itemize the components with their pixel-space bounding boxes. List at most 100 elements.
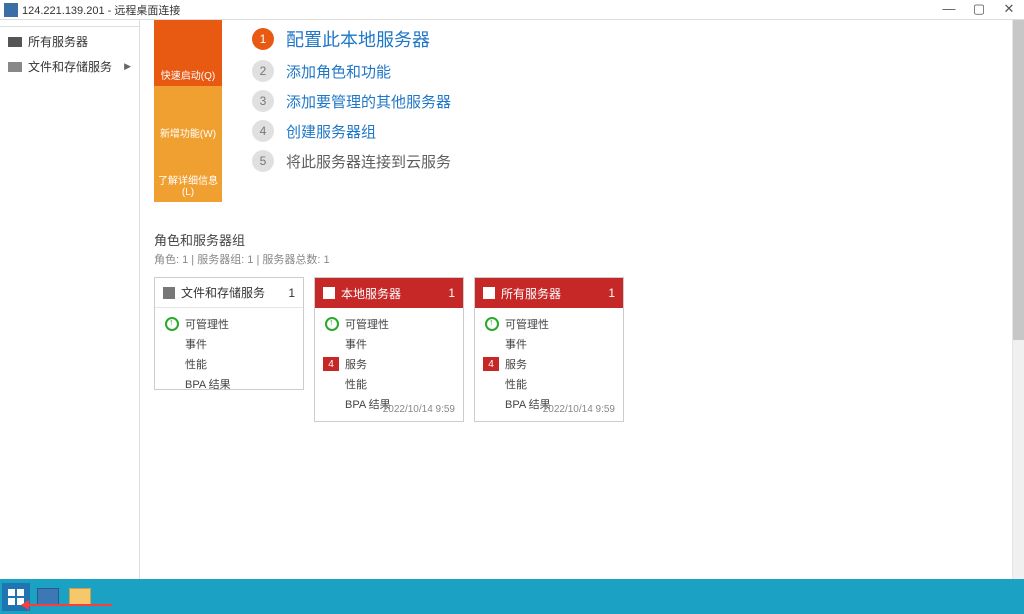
tile-label: 快速启动(Q) [161,67,215,82]
groups-title: 角色和服务器组 [154,230,1010,249]
card-row-services[interactable]: 4 服务 [325,356,453,372]
groups-subtitle: 角色: 1 | 服务器组: 1 | 服务器总数: 1 [154,251,1010,267]
taskbar [0,579,1024,614]
card-row-events[interactable]: 事件 [485,336,613,352]
card-local-server[interactable]: 本地服务器 1 可管理性 事件 4服务 性能 BPA 结果 2022/10/14… [314,277,464,422]
maximize-button[interactable]: ▢ [964,0,994,20]
card-row-manageability[interactable]: 可管理性 [325,316,453,332]
row-label: 可管理性 [505,316,549,332]
rdp-icon [4,3,18,17]
taskbar-explorer[interactable] [66,583,94,611]
step-configure-local[interactable]: 1 配置此本地服务器 [252,26,451,52]
status-up-icon [485,317,499,331]
row-label: 事件 [345,336,367,352]
tile-label: 新增功能(W) [160,125,216,140]
card-title: 文件和存储服务 [181,284,265,301]
card-row-bpa[interactable]: BPA 结果 [165,376,293,392]
card-row-events[interactable]: 事件 [325,336,453,352]
row-label: 服务 [505,356,527,372]
card-row-events[interactable]: 事件 [165,336,293,352]
step-label: 配置此本地服务器 [286,26,430,52]
app-body: 所有服务器 文件和存储服务 ▶ 快速启动(Q) 新增功能(W) 了解详细信息(L… [0,20,1024,579]
sidebar-item-label: 文件和存储服务 [28,58,112,75]
step-number: 3 [252,90,274,112]
row-label: 性能 [185,356,207,372]
quickstart-tiles: 快速启动(Q) 新增功能(W) 了解详细信息(L) [154,20,222,202]
window-controls: — ▢ ✕ [934,0,1024,20]
step-create-group[interactable]: 4 创建服务器组 [252,120,451,142]
annotation-arrow [22,604,112,606]
card-timestamp: 2022/10/14 9:59 [383,404,455,415]
storage-icon [163,287,175,299]
row-label: 事件 [505,336,527,352]
card-header: 所有服务器 1 [475,278,623,308]
row-label: BPA 结果 [185,376,231,392]
card-body: 可管理性 事件 性能 BPA 结果 [155,308,303,402]
step-add-servers[interactable]: 3 添加要管理的其他服务器 [252,90,451,112]
scrollbar-thumb[interactable] [1013,20,1024,340]
tile-learn-more[interactable]: 了解详细信息(L) [154,144,222,202]
nav-sidebar: 所有服务器 文件和存储服务 ▶ [0,20,140,579]
server-cards: 文件和存储服务 1 可管理性 事件 性能 BPA 结果 本地服务器 [154,277,1010,422]
card-row-services[interactable]: 4 服务 [485,356,613,372]
card-title: 所有服务器 [501,285,561,302]
window-title: 124.221.139.201 - 远程桌面连接 [22,2,934,18]
tile-label: 了解详细信息(L) [154,172,222,198]
taskbar-server-manager[interactable] [34,583,62,611]
card-row-manageability[interactable]: 可管理性 [165,316,293,332]
card-timestamp: 2022/10/14 9:59 [543,404,615,415]
rdp-titlebar: 124.221.139.201 - 远程桌面连接 — ▢ ✕ [0,0,1024,20]
card-all-servers[interactable]: 所有服务器 1 可管理性 事件 4服务 性能 BPA 结果 2022/10/14… [474,277,624,422]
main-content: 快速启动(Q) 新增功能(W) 了解详细信息(L) 1 配置此本地服务器 2 添… [140,20,1024,579]
step-add-roles[interactable]: 2 添加角色和功能 [252,60,451,82]
storage-icon [8,62,22,72]
folder-icon [69,588,91,606]
row-label: 服务 [345,356,367,372]
card-file-storage[interactable]: 文件和存储服务 1 可管理性 事件 性能 BPA 结果 [154,277,304,390]
steps-list: 1 配置此本地服务器 2 添加角色和功能 3 添加要管理的其他服务器 4 创建服… [222,20,451,202]
status-up-icon [165,317,179,331]
row-label: 可管理性 [345,316,389,332]
row-label: 可管理性 [185,316,229,332]
step-number: 2 [252,60,274,82]
step-label: 添加角色和功能 [286,61,391,82]
row-label: 性能 [345,376,367,392]
card-header: 本地服务器 1 [315,278,463,308]
card-count: 1 [448,286,455,300]
roles-groups-section: 角色和服务器组 角色: 1 | 服务器组: 1 | 服务器总数: 1 文件和存储… [154,230,1010,422]
server-icon [323,287,335,299]
card-row-manageability[interactable]: 可管理性 [485,316,613,332]
card-header: 文件和存储服务 1 [155,278,303,308]
close-button[interactable]: ✕ [994,0,1024,20]
step-number: 4 [252,120,274,142]
card-row-performance[interactable]: 性能 [325,376,453,392]
card-row-performance[interactable]: 性能 [165,356,293,372]
quickstart-section: 快速启动(Q) 新增功能(W) 了解详细信息(L) 1 配置此本地服务器 2 添… [154,20,1010,202]
step-number: 1 [252,28,274,50]
step-connect-cloud[interactable]: 5 将此服务器连接到云服务 [252,150,451,172]
row-label: 事件 [185,336,207,352]
card-count: 1 [288,286,295,300]
sidebar-divider [0,26,139,27]
sidebar-item-all-servers[interactable]: 所有服务器 [0,29,139,54]
step-number: 5 [252,150,274,172]
chevron-right-icon: ▶ [124,61,131,72]
alert-badge: 4 [483,357,499,371]
row-label: 性能 [505,376,527,392]
step-label: 添加要管理的其他服务器 [286,91,451,112]
status-up-icon [325,317,339,331]
vertical-scrollbar[interactable] [1012,20,1024,579]
server-icon [8,37,22,47]
step-label: 创建服务器组 [286,121,376,142]
servers-icon [483,287,495,299]
minimize-button[interactable]: — [934,0,964,20]
card-count: 1 [608,286,615,300]
step-label: 将此服务器连接到云服务 [286,151,451,172]
card-row-performance[interactable]: 性能 [485,376,613,392]
sidebar-item-file-storage[interactable]: 文件和存储服务 ▶ [0,54,139,79]
server-manager-icon [37,588,59,606]
tile-whats-new[interactable]: 新增功能(W) [154,86,222,144]
tile-quick-start[interactable]: 快速启动(Q) [154,20,222,86]
sidebar-item-label: 所有服务器 [28,33,88,50]
alert-badge: 4 [323,357,339,371]
